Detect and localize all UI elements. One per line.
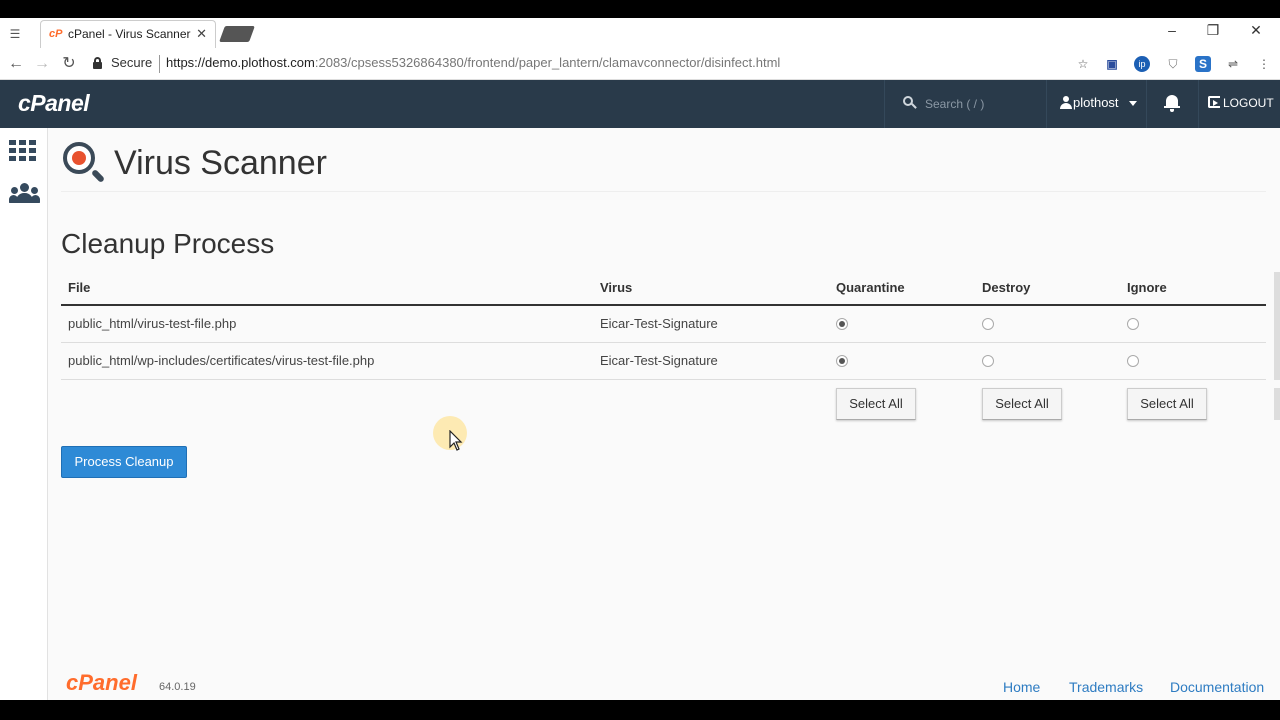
column-header-virus: Virus (600, 280, 633, 295)
column-header-file: File (68, 280, 91, 295)
footer-link-documentation[interactable]: Documentation (1170, 679, 1264, 695)
footer-cpanel-logo: cPanel (66, 670, 137, 695)
tab-title: cPanel - Virus Scanner (68, 27, 191, 41)
ignore-radio[interactable] (1127, 355, 1139, 367)
version-label: 64.0.19 (159, 681, 196, 693)
browser-window: ☰ cP cPanel - Virus Scanner ✕ – ❐ ✕ ← → … (0, 18, 1280, 700)
process-cleanup-button[interactable]: Process Cleanup (61, 446, 187, 478)
horizontal-overflow-edge (1274, 272, 1280, 380)
mouse-pointer-icon (449, 430, 463, 451)
table-row: public_html/wp-includes/certificates/vir… (61, 343, 1266, 380)
table-header-row: File Virus Quarantine Destroy Ignore (61, 272, 1266, 306)
header-search (884, 80, 1046, 128)
forward-icon[interactable]: → (32, 54, 52, 74)
browser-menu-icon[interactable]: ⋮ (1256, 56, 1272, 72)
file-path: public_html/virus-test-file.php (68, 316, 237, 331)
sidebar (0, 128, 48, 700)
window-close-icon[interactable]: ✕ (1246, 22, 1266, 39)
footer-link-home[interactable]: Home (1003, 679, 1040, 695)
logout-icon (1208, 96, 1220, 108)
select-all-destroy-button[interactable]: Select All (982, 388, 1062, 420)
virus-name: Eicar-Test-Signature (600, 316, 718, 331)
select-all-quarantine-button[interactable]: Select All (836, 388, 916, 420)
users-icon[interactable] (9, 183, 40, 209)
table-row: public_html/virus-test-file.php Eicar-Te… (61, 306, 1266, 343)
extension-shield-icon[interactable]: ⛉ (1165, 56, 1181, 72)
search-input[interactable] (925, 94, 1035, 114)
cpanel-logo[interactable]: cPanel (18, 90, 90, 117)
virus-name: Eicar-Test-Signature (600, 353, 718, 368)
url-path: :2083/cpsess5326864380/frontend/paper_la… (314, 55, 781, 70)
page-title: Virus Scanner (114, 144, 327, 182)
file-path: public_html/wp-includes/certificates/vir… (68, 353, 375, 368)
restore-icon[interactable]: ❐ (1203, 22, 1223, 39)
home-grid-icon[interactable] (9, 140, 37, 162)
tab-search-icon[interactable]: ☰ (6, 25, 24, 43)
user-menu[interactable]: plothost (1046, 80, 1146, 128)
browser-tab[interactable]: cP cPanel - Virus Scanner ✕ (40, 20, 216, 48)
column-header-ignore: Ignore (1127, 280, 1167, 295)
tab-strip: ☰ cP cPanel - Virus Scanner ✕ – ❐ ✕ (0, 18, 1280, 48)
extension-s-icon[interactable]: S (1195, 56, 1211, 72)
notifications-bell-icon[interactable] (1146, 80, 1198, 128)
extension-arrows-icon[interactable]: ⇌ (1225, 56, 1241, 72)
minimize-icon[interactable]: – (1162, 22, 1182, 38)
extension-ip-icon[interactable]: ip (1134, 56, 1150, 72)
secure-label: Secure (111, 55, 153, 70)
quarantine-radio[interactable] (836, 355, 848, 367)
overflow-button-edge[interactable] (1274, 388, 1280, 420)
page-header: Virus Scanner (61, 140, 1266, 192)
logout-label: LOGOUT (1223, 96, 1274, 110)
address-bar[interactable]: https://demo.plothost.com:2083/cpsess532… (166, 55, 780, 70)
browser-toolbar: ← → ↻ Secure https://demo.plothost.com:2… (0, 48, 1280, 80)
url-host: demo.plothost.com (205, 55, 315, 70)
back-icon[interactable]: ← (6, 54, 26, 74)
username: plothost (1073, 95, 1119, 110)
url-separator (159, 55, 160, 73)
url-scheme: https:// (166, 55, 206, 70)
column-header-quarantine: Quarantine (836, 280, 905, 295)
column-header-destroy: Destroy (982, 280, 1031, 295)
tab-close-icon[interactable]: ✕ (196, 26, 207, 42)
virus-scanner-icon (61, 140, 107, 186)
main-content: Virus Scanner Cleanup Process File Virus… (61, 128, 1280, 700)
footer-link-trademarks[interactable]: Trademarks (1069, 679, 1143, 695)
cpanel-header: cPanel plothost LOGOUT (0, 80, 1280, 128)
chevron-down-icon (1129, 101, 1137, 106)
section-title: Cleanup Process (61, 228, 275, 259)
quarantine-radio[interactable] (836, 318, 848, 330)
reload-icon[interactable]: ↻ (59, 54, 79, 74)
user-icon (1060, 96, 1072, 109)
lock-icon (93, 57, 102, 69)
cpanel-favicon-icon: cP (49, 28, 63, 40)
bookmark-star-icon[interactable]: ☆ (1075, 56, 1091, 72)
search-icon (903, 96, 917, 110)
logout-button[interactable]: LOGOUT (1198, 80, 1280, 128)
ignore-radio[interactable] (1127, 318, 1139, 330)
new-tab-button[interactable] (219, 26, 255, 42)
select-all-ignore-button[interactable]: Select All (1127, 388, 1207, 420)
extension-n-icon[interactable]: ▣ (1104, 56, 1120, 72)
destroy-radio[interactable] (982, 318, 994, 330)
destroy-radio[interactable] (982, 355, 994, 367)
